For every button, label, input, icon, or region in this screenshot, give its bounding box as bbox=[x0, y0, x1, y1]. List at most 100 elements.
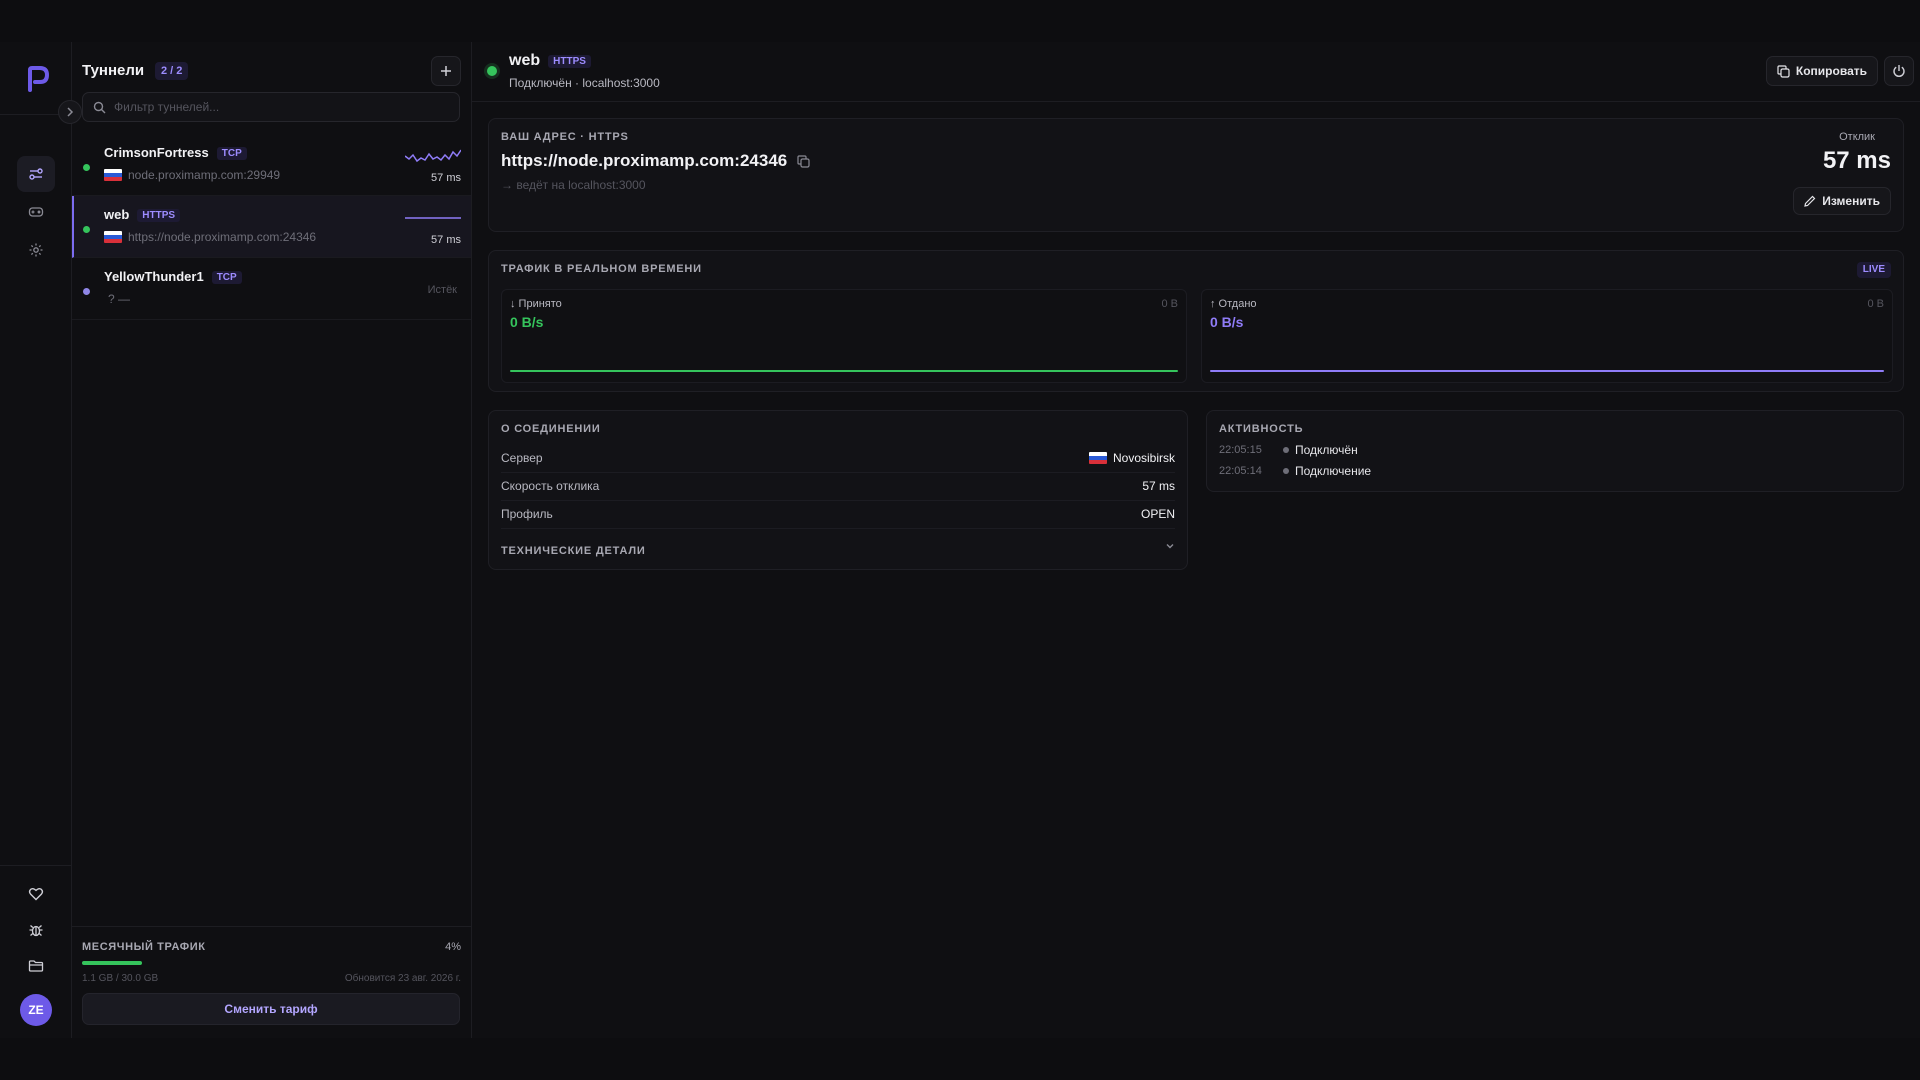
monthly-traffic-used: 1.1 GB / 30.0 GB bbox=[82, 973, 159, 984]
tunnel-address: ? — bbox=[108, 292, 131, 306]
online-status-dot bbox=[83, 164, 90, 171]
disconnect-button[interactable] bbox=[1884, 56, 1914, 86]
received-graph-line bbox=[510, 370, 1178, 372]
icon-rail: ZE bbox=[0, 42, 82, 1038]
change-plan-button[interactable]: Сменить тариф bbox=[82, 993, 460, 1025]
connection-status: Подключён · localhost:3000 bbox=[509, 76, 660, 90]
sent-total: 0 B bbox=[1867, 298, 1884, 310]
protocol-badge: TCP bbox=[216, 147, 247, 160]
technical-details-toggle[interactable]: ТЕХНИЧЕСКИЕ ДЕТАЛИ bbox=[501, 541, 1175, 559]
tunnel-name: CrimsonFortress TCP bbox=[104, 145, 247, 160]
open-folder-button[interactable] bbox=[17, 948, 55, 984]
monthly-traffic-renew-date: Обновится 23 авг. 2026 г. bbox=[344, 973, 461, 984]
row-key: Профиль bbox=[501, 507, 553, 521]
received-total: 0 B bbox=[1161, 298, 1178, 310]
sent-traffic-pane: ↑ Отдано 0 B 0 B/s bbox=[1201, 289, 1893, 383]
received-rate: 0 B/s bbox=[510, 314, 544, 330]
report-bug-button[interactable] bbox=[17, 912, 55, 948]
edit-button-label: Изменить bbox=[1822, 194, 1880, 208]
sent-label: ↑ Отдано bbox=[1210, 298, 1257, 310]
protocol-badge: HTTPS bbox=[548, 55, 591, 68]
tunnel-latency: 57 ms bbox=[431, 172, 461, 184]
collapse-sidebar-button[interactable] bbox=[58, 100, 82, 124]
tunnels-title: Туннели bbox=[82, 62, 145, 79]
event-time: 22:05:14 bbox=[1219, 465, 1262, 477]
copy-icon bbox=[1777, 64, 1790, 78]
row-key: Скорость отклика bbox=[501, 479, 600, 493]
rail-divider bbox=[0, 865, 72, 866]
event-dot bbox=[1283, 447, 1289, 453]
nav-settings-button[interactable] bbox=[17, 232, 55, 268]
tunnel-item-crimsonfortress[interactable]: CrimsonFortress TCP node.proximamp.com:29… bbox=[72, 134, 471, 196]
pencil-icon bbox=[1804, 195, 1816, 207]
chevron-down-icon bbox=[1166, 544, 1174, 549]
folder-icon bbox=[28, 960, 44, 972]
connection-caption: О СОЕДИНЕНИИ bbox=[501, 423, 601, 435]
latency-label: Отклик bbox=[1839, 131, 1875, 143]
tunnel-detail: web HTTPS Подключён · localhost:3000 Копи… bbox=[472, 42, 1920, 1038]
nav-tunnels-button[interactable] bbox=[17, 156, 55, 192]
tunnel-count-badge: 2 / 2 bbox=[155, 62, 189, 80]
live-badge: LIVE bbox=[1856, 262, 1891, 278]
connection-info-card: О СОЕДИНЕНИИ Сервер Novosibirsk Скорость… bbox=[488, 410, 1188, 570]
forward-target: → ведёт на localhost:3000 bbox=[501, 178, 646, 192]
heart-icon bbox=[28, 887, 44, 901]
monthly-traffic-percent: 4% bbox=[445, 941, 461, 953]
connection-row-profile: Профиль OPEN bbox=[501, 501, 1175, 529]
event-message: Подключение bbox=[1295, 464, 1372, 478]
row-key: Сервер bbox=[501, 451, 543, 465]
tunnel-filter-field[interactable] bbox=[82, 92, 460, 122]
row-value: 57 ms bbox=[1142, 479, 1175, 493]
technical-details-label: ТЕХНИЧЕСКИЕ ДЕТАЛИ bbox=[501, 545, 646, 557]
tunnel-expired-label: Истёк bbox=[427, 284, 457, 296]
latency-sparkline bbox=[405, 149, 461, 163]
monthly-traffic-bar bbox=[82, 961, 460, 965]
tunnel-item-web[interactable]: web HTTPS https://node.proximamp.com:2434… bbox=[72, 196, 471, 258]
tunnel-list: CrimsonFortress TCP node.proximamp.com:29… bbox=[72, 134, 471, 320]
monthly-traffic-label: МЕСЯЧНЫЙ ТРАФИК bbox=[82, 941, 206, 953]
tunnel-filter-input[interactable] bbox=[114, 100, 434, 114]
activity-caption: АКТИВНОСТЬ bbox=[1219, 423, 1304, 435]
received-traffic-pane: ↓ Принято 0 B 0 B/s bbox=[501, 289, 1187, 383]
russia-flag-icon bbox=[1088, 452, 1107, 464]
address-card: ВАШ АДРЕС · HTTPS https://node.proximamp… bbox=[488, 118, 1904, 232]
latency-value: 57 ms bbox=[1822, 147, 1891, 174]
gamepad-icon bbox=[28, 207, 44, 217]
public-url[interactable]: https://node.proximamp.com:24346 bbox=[501, 151, 810, 171]
tunnels-panel: Туннели 2 / 2 CrimsonFortressTCP node.pr… bbox=[72, 42, 472, 1038]
power-icon bbox=[1893, 65, 1905, 78]
copy-icon[interactable] bbox=[797, 154, 810, 168]
event-time: 22:05:15 bbox=[1219, 444, 1262, 456]
sent-rate: 0 B/s bbox=[1210, 314, 1244, 330]
favorites-button[interactable] bbox=[17, 876, 55, 912]
russia-flag-icon bbox=[104, 231, 122, 243]
add-tunnel-button[interactable] bbox=[431, 56, 461, 86]
nav-games-button[interactable] bbox=[17, 194, 55, 230]
protocol-badge: HTTPS bbox=[137, 209, 181, 222]
detail-tunnel-name: web HTTPS bbox=[509, 52, 591, 70]
tunnel-item-yellowthunder1[interactable]: YellowThunder1 TCP ? — Истёк bbox=[72, 258, 471, 320]
edit-button[interactable]: Изменить bbox=[1793, 187, 1891, 215]
tunnel-name: web HTTPS bbox=[104, 207, 181, 222]
event-dot bbox=[1283, 468, 1289, 474]
traffic-caption: ТРАФИК В РЕАЛЬНОМ ВРЕМЕНИ bbox=[501, 263, 702, 275]
activity-event: 22:05:15 Подключён bbox=[1219, 443, 1358, 457]
online-status-dot bbox=[487, 66, 497, 76]
app-logo bbox=[28, 66, 50, 92]
received-label: ↓ Принято bbox=[510, 298, 562, 310]
tunnel-address: node.proximamp.com:29949 bbox=[104, 168, 280, 182]
user-avatar[interactable]: ZE bbox=[20, 994, 52, 1026]
activity-card: АКТИВНОСТЬ 22:05:15 Подключён 22:05:14 П… bbox=[1206, 410, 1904, 492]
realtime-traffic-card: ТРАФИК В РЕАЛЬНОМ ВРЕМЕНИ LIVE ↓ Принято… bbox=[488, 250, 1904, 392]
detail-header: web HTTPS Подключён · localhost:3000 Копи… bbox=[472, 42, 1920, 102]
chevron-right-icon bbox=[67, 107, 74, 117]
tunnel-name: YellowThunder1 TCP bbox=[104, 269, 242, 284]
expired-status-dot bbox=[83, 288, 90, 295]
copy-button[interactable]: Копировать bbox=[1765, 56, 1878, 86]
connection-row-server: Сервер Novosibirsk bbox=[501, 445, 1175, 473]
tunnels-icon bbox=[29, 168, 43, 180]
tunnel-latency: 57 ms bbox=[431, 234, 461, 246]
monthly-traffic-bar-fill bbox=[82, 961, 143, 965]
russia-flag-icon bbox=[104, 169, 122, 181]
gear-icon bbox=[29, 243, 43, 257]
